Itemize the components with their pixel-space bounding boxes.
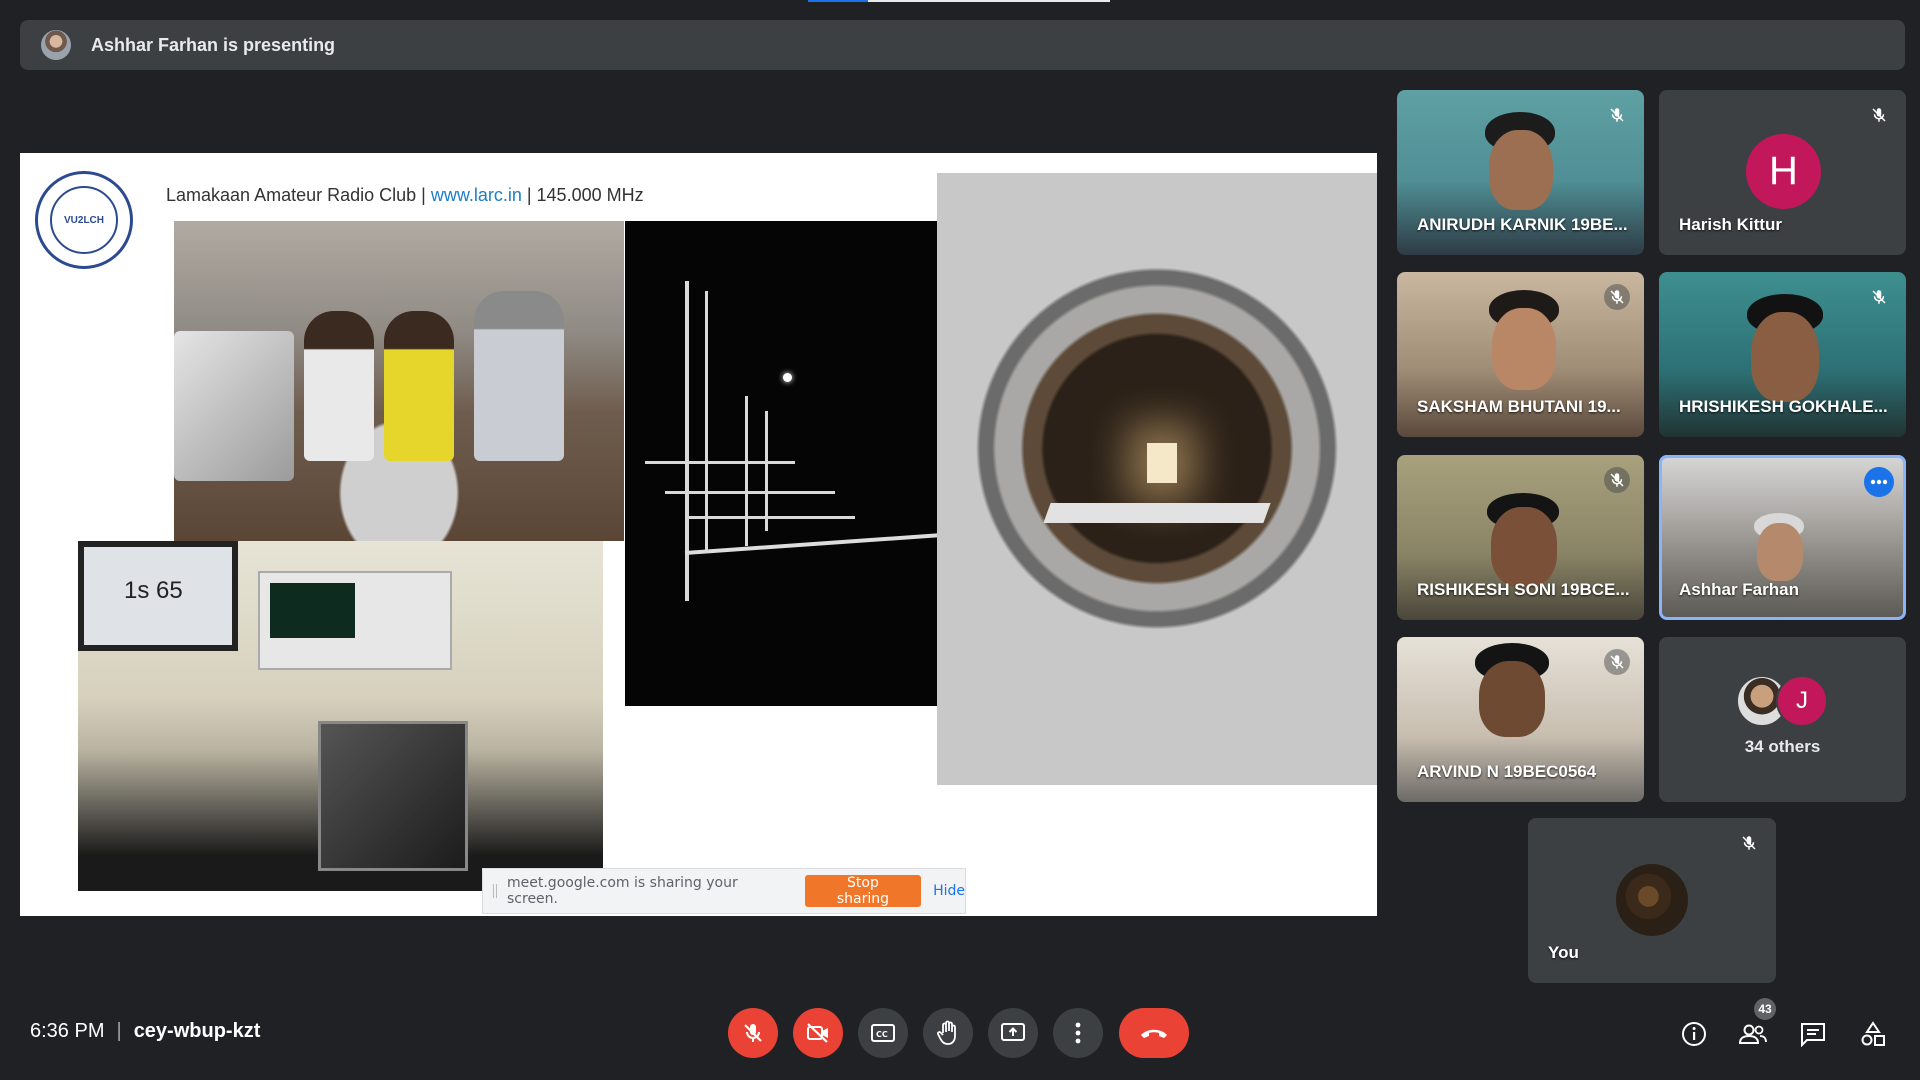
screen-sharing-notice: meet.google.com is sharing your screen. …	[482, 868, 966, 914]
avatar: J	[1776, 675, 1828, 727]
activities-shapes-icon	[1861, 1021, 1885, 1046]
more-options-icon[interactable]	[1864, 467, 1894, 497]
participant-name: Ashhar Farhan	[1679, 580, 1799, 599]
chat-button[interactable]	[1797, 1018, 1829, 1050]
people-icon	[1738, 1024, 1767, 1044]
people-button[interactable]	[1737, 1018, 1769, 1050]
self-tile[interactable]: You	[1528, 818, 1776, 983]
participant-name: ARVIND N 19BEC0564	[1417, 762, 1597, 781]
presenting-label: Ashhar Farhan is presenting	[91, 34, 336, 55]
meeting-separator: |	[116, 1020, 122, 1042]
cubesat-testing-photo: 1s 65	[78, 541, 603, 891]
hide-notice-link[interactable]: Hide	[933, 883, 965, 899]
club-logo: VU2LCH	[35, 171, 133, 269]
mic-off-icon	[1736, 830, 1762, 856]
presenting-banner: Ashhar Farhan is presenting	[20, 20, 1905, 70]
club-logo-callsign: VU2LCH	[63, 214, 104, 226]
avatar	[1616, 864, 1688, 936]
participant-name: Harish Kittur	[1679, 215, 1782, 234]
hang-up-icon	[1141, 1029, 1167, 1038]
participant-tile[interactable]: SAKSHAM BHUTANI 19...	[1397, 272, 1644, 437]
participant-name: HRISHIKESH GOKHALE...	[1679, 397, 1888, 416]
hand-icon	[937, 1020, 956, 1045]
mic-off-icon	[1866, 284, 1892, 310]
meeting-code: cey-wbup-kzt	[133, 1020, 261, 1042]
info-icon	[1682, 1022, 1706, 1046]
drag-handle[interactable]	[493, 884, 497, 898]
sharing-notice-text: meet.google.com is sharing your screen.	[507, 875, 738, 907]
laptop-screen-text: 1s 65	[124, 577, 183, 604]
more-options-button[interactable]	[1053, 1008, 1103, 1058]
mic-off-icon	[1604, 467, 1630, 493]
participant-tile[interactable]: Ashhar Farhan	[1659, 455, 1906, 620]
meeting-time: 6:36 PM	[30, 1020, 105, 1042]
others-avatars: J	[1736, 675, 1836, 727]
mic-off-icon	[1604, 284, 1630, 310]
mic-off-icon	[1866, 102, 1892, 128]
microphone-toggle-button[interactable]	[728, 1008, 778, 1058]
avatar: H	[1746, 134, 1821, 209]
mic-off-icon	[1604, 102, 1630, 128]
svg-text:CC: CC	[876, 1030, 888, 1039]
present-now-button[interactable]	[988, 1008, 1038, 1058]
meeting-info: 6:36 PM | cey-wbup-kzt	[30, 1020, 260, 1043]
captions-button[interactable]: CC	[858, 1008, 908, 1058]
captions-icon: CC	[871, 1024, 895, 1042]
screen-share-indicator	[808, 0, 1110, 2]
others-count-label: 34 others	[1744, 737, 1821, 756]
slide-header-prefix: Lamakaan Amateur Radio Club |	[166, 185, 431, 205]
mic-off-icon	[1604, 649, 1630, 675]
meeting-details-button[interactable]	[1678, 1018, 1710, 1050]
more-vert-icon	[1075, 1022, 1081, 1044]
participant-name: RISHIKESH SONI 19BCE...	[1417, 580, 1630, 599]
camera-off-icon	[807, 1023, 828, 1043]
participant-tile[interactable]: HRISHIKESH GOKHALE...	[1659, 272, 1906, 437]
participant-name: ANIRUDH KARNIK 19BE...	[1417, 215, 1628, 234]
thermal-vacuum-chamber-photo	[937, 173, 1377, 785]
lab-team-photo	[174, 221, 624, 541]
slide-header: Lamakaan Amateur Radio Club | www.larc.i…	[166, 185, 644, 206]
stop-sharing-button[interactable]: Stop sharing	[804, 875, 922, 907]
presenter-avatar	[41, 30, 71, 60]
shared-screen: VU2LCH Lamakaan Amateur Radio Club | www…	[20, 153, 1377, 916]
participant-name: You	[1548, 943, 1579, 962]
mic-off-icon	[744, 1024, 762, 1042]
participant-tile[interactable]: ARVIND N 19BEC0564	[1397, 637, 1644, 802]
leave-call-button[interactable]	[1119, 1008, 1189, 1058]
participant-tile[interactable]: H Harish Kittur	[1659, 90, 1906, 255]
participant-tile[interactable]: RISHIKESH SONI 19BCE...	[1397, 455, 1644, 620]
participant-name: SAKSHAM BHUTANI 19...	[1417, 397, 1621, 416]
camera-toggle-button[interactable]	[793, 1008, 843, 1058]
slide-header-link: www.larc.in	[430, 185, 522, 205]
activities-button[interactable]	[1857, 1018, 1889, 1050]
people-count-badge: 43	[1754, 998, 1776, 1020]
participant-tile[interactable]: ANIRUDH KARNIK 19BE...	[1397, 90, 1644, 255]
raise-hand-button[interactable]	[923, 1008, 973, 1058]
chat-icon	[1801, 1023, 1825, 1047]
antenna-night-photo	[625, 221, 988, 706]
others-tile[interactable]: J 34 others	[1659, 637, 1906, 802]
slide-header-suffix: | 145.000 MHz	[521, 185, 644, 205]
present-screen-icon	[1001, 1023, 1025, 1041]
